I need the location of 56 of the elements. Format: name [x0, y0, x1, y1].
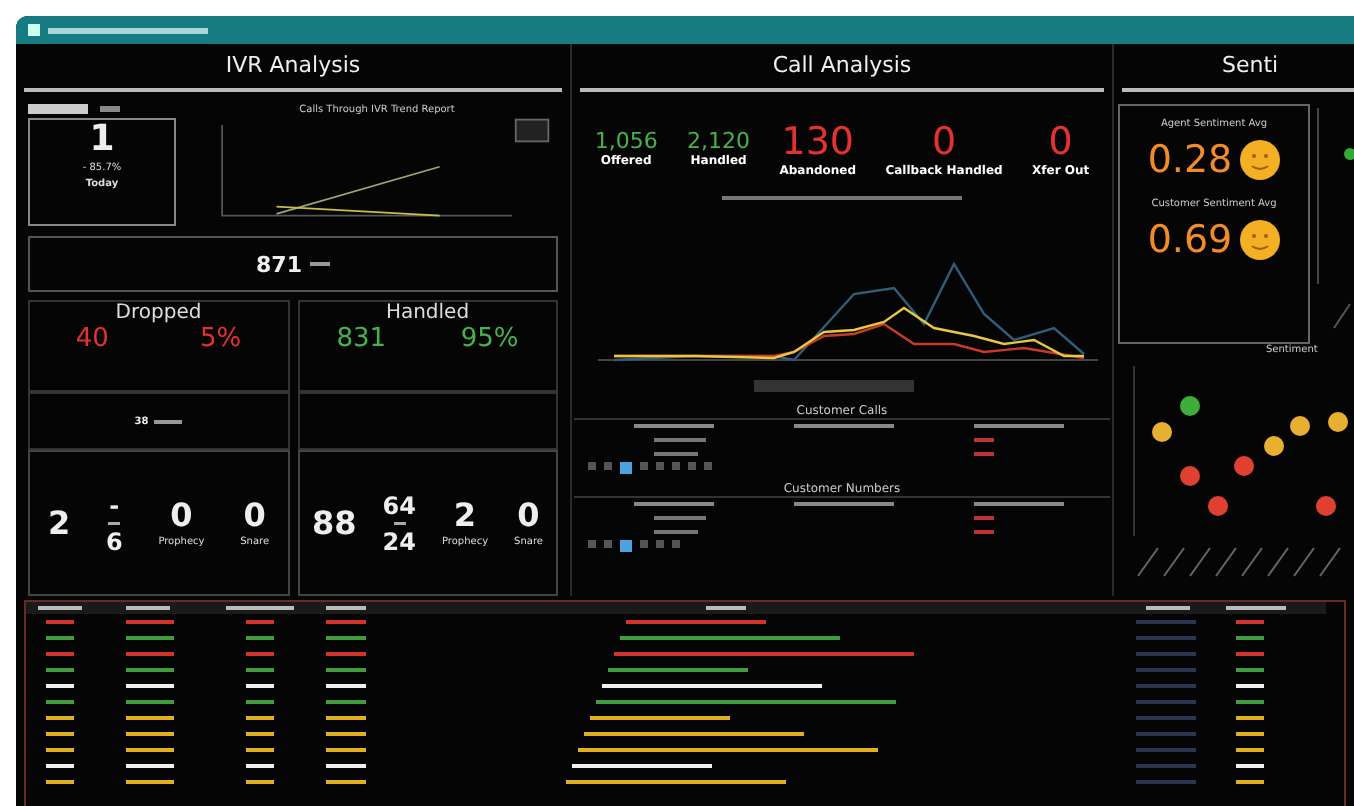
section-title: Call Analysis	[580, 44, 1104, 92]
data-point	[1180, 466, 1200, 486]
total-value: 871	[256, 251, 302, 277]
kpi-value: 0	[1048, 119, 1073, 163]
percent-value: 5%	[200, 324, 242, 354]
stat-value: 64	[382, 489, 416, 521]
page-button[interactable]	[672, 540, 680, 548]
data-point	[1328, 412, 1348, 432]
stat-value: 2	[47, 505, 71, 541]
page-button[interactable]	[640, 540, 648, 548]
window-icon	[28, 24, 40, 36]
page-button[interactable]	[588, 540, 596, 548]
stat-value: 88	[312, 505, 357, 541]
data-point	[1180, 396, 1200, 416]
smiley-icon	[1240, 220, 1281, 260]
data-point	[1152, 422, 1172, 442]
page-button[interactable]	[620, 540, 632, 552]
page-button[interactable]	[656, 540, 664, 548]
page-button[interactable]	[672, 462, 680, 470]
kpi-value: 130	[781, 119, 854, 163]
section-title: Senti	[1122, 44, 1354, 92]
smiley-icon	[1240, 140, 1281, 180]
page-button[interactable]	[704, 462, 712, 470]
data-point	[1234, 456, 1254, 476]
page-button[interactable]	[640, 462, 648, 470]
period-selector-drawing	[28, 104, 120, 114]
kpi-value: 0	[931, 119, 957, 163]
stat-value: -	[109, 489, 120, 521]
stat-value: 24	[382, 525, 416, 557]
count-value: 40	[75, 324, 109, 354]
sentiment-value: 0.28	[1147, 138, 1233, 182]
percent-value: 95%	[460, 324, 519, 354]
sentiment-value: 0.69	[1147, 218, 1233, 262]
stat-value: 0	[243, 497, 266, 533]
page-button[interactable]	[688, 462, 696, 470]
count-value: 831	[336, 324, 387, 354]
stat-value: 0	[517, 497, 540, 533]
page-button[interactable]	[604, 462, 612, 470]
group-title: Handled	[385, 302, 470, 324]
data-point	[1208, 496, 1228, 516]
today-value: 1	[89, 120, 115, 160]
data-point	[1290, 416, 1310, 436]
group-title: Dropped	[115, 302, 202, 324]
kpi-value: 2,120	[687, 128, 751, 154]
page-button[interactable]	[588, 462, 596, 470]
page-button[interactable]	[620, 462, 632, 474]
kpi-value: 1,056	[594, 128, 658, 154]
page-button[interactable]	[604, 540, 612, 548]
data-point	[1316, 496, 1336, 516]
data-point	[1264, 436, 1284, 456]
stat-value: 0	[170, 497, 193, 533]
legend-drawing	[513, 118, 549, 143]
page-button[interactable]	[656, 462, 664, 470]
section-title: IVR Analysis	[24, 44, 562, 92]
stat-value: 6	[105, 525, 123, 557]
stat-value: 2	[453, 497, 477, 533]
